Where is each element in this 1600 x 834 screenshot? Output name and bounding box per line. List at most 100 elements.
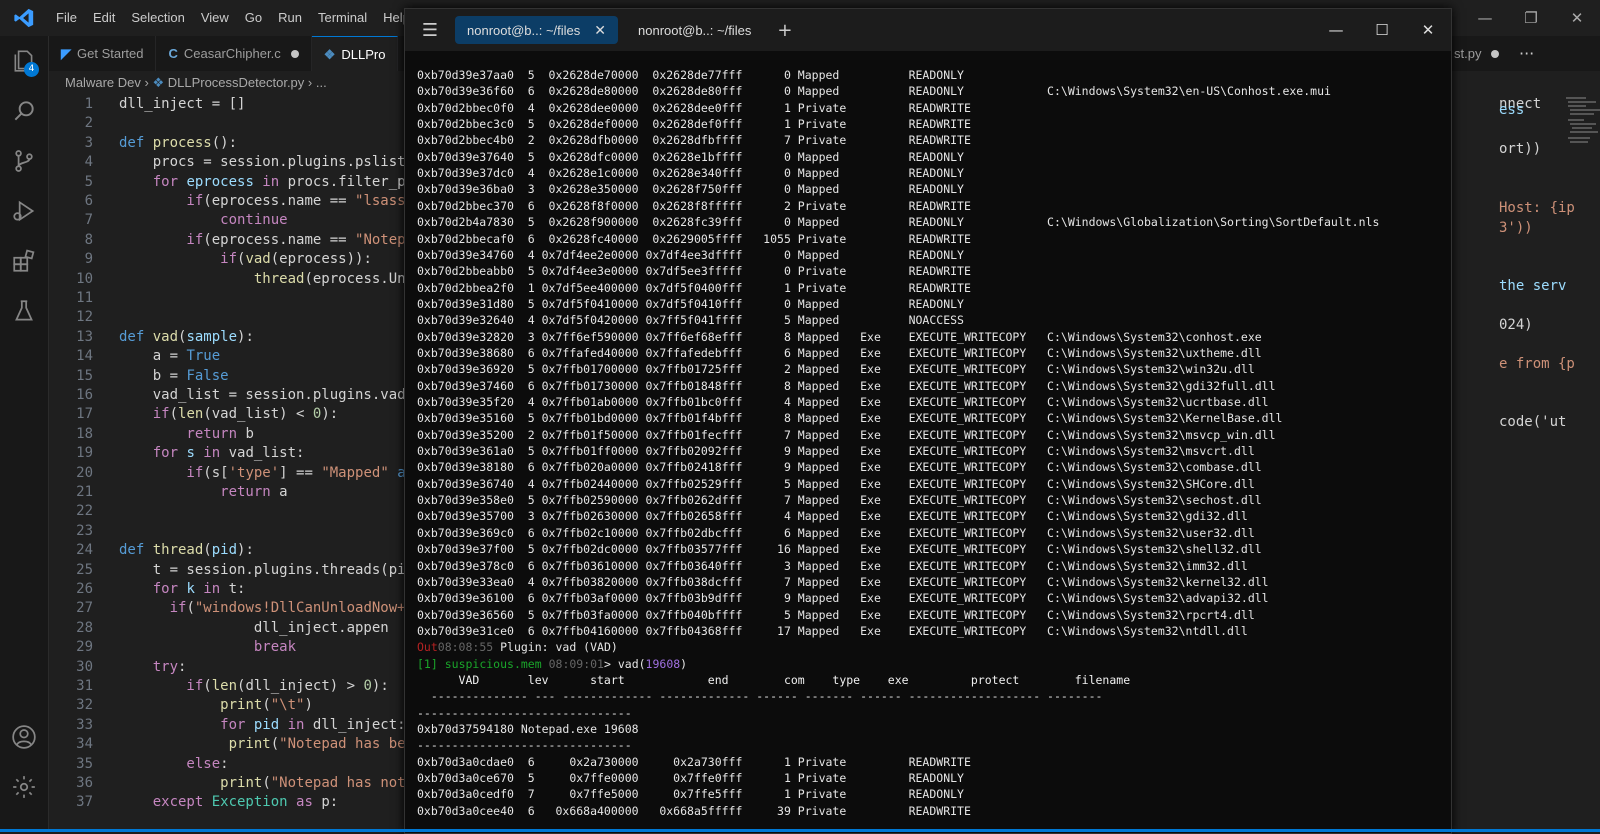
code-token: thread bbox=[152, 542, 204, 559]
code-token: : bbox=[178, 658, 187, 675]
code-line: 17 if(len(vad_list) < 0): bbox=[49, 405, 338, 424]
breadcrumb-file[interactable]: DLLProcessDetector.py bbox=[168, 75, 305, 90]
code-token: def bbox=[119, 134, 153, 151]
close-icon[interactable]: ✕ bbox=[1554, 0, 1600, 36]
code-token: vad_list = session.plugins.vad() bbox=[119, 387, 423, 403]
minimize-icon[interactable]: — bbox=[1462, 0, 1508, 36]
line-number: 4 bbox=[84, 154, 93, 171]
code-token: vad bbox=[152, 328, 179, 345]
line-number: 12 bbox=[76, 309, 93, 326]
tab-ceasarchipher[interactable]: C CeasarChipher.c bbox=[156, 36, 312, 71]
menu-item-edit[interactable]: Edit bbox=[85, 0, 123, 36]
vad-row: 0xb70d39e36560 5 0x7ffb03fa0000 0x7ffb04… bbox=[417, 607, 1255, 622]
maximize-icon[interactable]: ☐ bbox=[1359, 9, 1405, 51]
separator: ------------------------------- bbox=[417, 738, 632, 753]
out-prefix: Out bbox=[417, 640, 438, 655]
tab-get-started[interactable]: ◤ Get Started bbox=[49, 36, 157, 71]
testing-flask-icon[interactable] bbox=[0, 286, 48, 336]
close-tab-icon[interactable]: ✕ bbox=[594, 22, 606, 39]
terminal-window[interactable]: ☰ nonroot@b..: ~/files ✕ nonroot@b..: ~/… bbox=[404, 8, 1452, 834]
code-fragment: ess bbox=[1499, 102, 1525, 118]
line-number: 14 bbox=[76, 348, 93, 365]
code-line: 14 a = True bbox=[49, 347, 220, 366]
code-token: b = bbox=[119, 367, 187, 384]
code-token: except bbox=[119, 794, 212, 811]
vad-row: 0xb70d39e34760 4 0x7df4ee2e0000 0x7df4ee… bbox=[417, 247, 1048, 262]
line-number: 15 bbox=[76, 367, 93, 384]
code-token: (vad_list) < bbox=[203, 406, 313, 423]
code-token: ( bbox=[203, 542, 212, 559]
code-token: break bbox=[119, 639, 297, 656]
more-actions-icon[interactable]: ··· bbox=[1519, 36, 1534, 71]
code-token: t: bbox=[228, 581, 246, 597]
restore-icon[interactable]: ❐ bbox=[1508, 0, 1554, 36]
code-token: dll_inject.appen bbox=[119, 619, 389, 636]
prompt-line[interactable]: [1] suspicious.mem 08:09:01> vad(19608) bbox=[417, 656, 687, 672]
explorer-icon[interactable]: 4 bbox=[0, 36, 48, 86]
tab-dllprocessdetector[interactable]: ❖ DLLPro bbox=[311, 36, 399, 72]
vad-row: 0xb70d39e369c0 6 0x7ffb02c10000 0x7ffb02… bbox=[417, 525, 1255, 540]
code-token: vad_list: bbox=[228, 445, 305, 462]
code-line: 5 for eprocess in procs.filter_pro bbox=[49, 173, 423, 192]
vad-row: 0xb70d3a0cdae0 6 0x2a730000 0x2a730fff 1… bbox=[417, 754, 1048, 769]
code-token: as bbox=[296, 794, 322, 811]
account-icon[interactable] bbox=[0, 712, 48, 762]
tab-label: DLLPro bbox=[341, 47, 386, 62]
code-token: in bbox=[287, 716, 313, 733]
plugin-line: Out08:08:55 Plugin: vad (VAD) bbox=[417, 639, 618, 655]
code-line: 30 try: bbox=[49, 658, 186, 677]
minimap[interactable] bbox=[1564, 95, 1600, 155]
new-tab-icon[interactable]: + bbox=[777, 20, 792, 41]
line-number: 11 bbox=[76, 290, 93, 306]
code-token: return bbox=[119, 425, 246, 442]
window-controls: — ❐ ✕ bbox=[1462, 0, 1600, 36]
settings-gear-icon[interactable] bbox=[0, 762, 48, 812]
minimize-icon[interactable]: — bbox=[1313, 9, 1359, 51]
tab-right-py[interactable]: st.py bbox=[1442, 36, 1511, 71]
terminal-output[interactable]: 0xb70d39e37aa0 5 0x2628de70000 0x2628de7… bbox=[405, 59, 1451, 833]
vad-row: 0xb70d39e36100 6 0x7ffb03af0000 0x7ffb03… bbox=[417, 591, 1269, 606]
code-token: if bbox=[119, 251, 238, 268]
vad-row: 0xb70d3a0cee40 6 0x668a400000 0x668a5fff… bbox=[417, 803, 1048, 818]
breadcrumb-folder[interactable]: Malware Dev bbox=[65, 75, 141, 90]
menu-item-terminal[interactable]: Terminal bbox=[310, 0, 375, 36]
vad-row: 0xb70d2bbec370 6 0x2628f8f0000 0x2628f8f… bbox=[417, 198, 1048, 213]
code-token: ( bbox=[262, 775, 271, 791]
search-icon[interactable] bbox=[0, 86, 48, 136]
menu-item-selection[interactable]: Selection bbox=[123, 0, 192, 36]
menu-item-go[interactable]: Go bbox=[237, 0, 270, 36]
code-token: 'type' bbox=[228, 464, 280, 481]
code-line: 37 except Exception as p: bbox=[49, 793, 338, 812]
code-token: if bbox=[119, 600, 187, 617]
code-line: 24 def thread(pid): bbox=[49, 541, 254, 560]
hamburger-menu-icon[interactable]: ☰ bbox=[405, 20, 455, 41]
vad-row: 0xb70d39e36740 4 0x7ffb02440000 0x7ffb02… bbox=[417, 476, 1255, 491]
terminal-tab-2[interactable]: nonroot@b..: ~/files bbox=[626, 16, 763, 44]
close-icon[interactable]: ✕ bbox=[1405, 9, 1451, 51]
code-line: 23 bbox=[49, 522, 119, 541]
menu-item-file[interactable]: File bbox=[48, 0, 85, 36]
terminal-tab-1[interactable]: nonroot@b..: ~/files ✕ bbox=[455, 16, 619, 44]
code-token: False bbox=[186, 367, 229, 384]
code-line: 25 t = session.plugins.threads(pid bbox=[49, 561, 414, 580]
vad-row: 0xb70d39e32820 3 0x7ff6ef590000 0x7ff6ef… bbox=[417, 329, 1262, 344]
run-debug-icon[interactable] bbox=[0, 186, 48, 236]
extensions-icon[interactable] bbox=[0, 236, 48, 286]
code-token: ( bbox=[169, 406, 179, 423]
code-line: 20 if(s['type'] == "Mapped" and bbox=[49, 464, 422, 483]
menu-item-run[interactable]: Run bbox=[270, 0, 310, 36]
vad-row: 0xb70d3a0cedf0 7 0x7ffe5000 0x7ffe5fff 1… bbox=[417, 787, 1048, 802]
menu-item-view[interactable]: View bbox=[193, 0, 237, 36]
code-token: vad bbox=[245, 251, 271, 268]
code-token: (eprocess.name == bbox=[203, 193, 356, 209]
code-line: 29 break bbox=[49, 638, 296, 657]
terminal-tab-label: nonroot@b..: ~/files bbox=[467, 22, 581, 38]
line-number: 26 bbox=[76, 581, 93, 597]
line-number: 7 bbox=[84, 212, 93, 229]
code-fragment: 3')) bbox=[1499, 220, 1533, 236]
breadcrumb-rest[interactable]: ... bbox=[316, 75, 327, 90]
source-control-icon[interactable] bbox=[0, 136, 48, 186]
code-line: 19 for s in vad_list: bbox=[49, 444, 304, 463]
